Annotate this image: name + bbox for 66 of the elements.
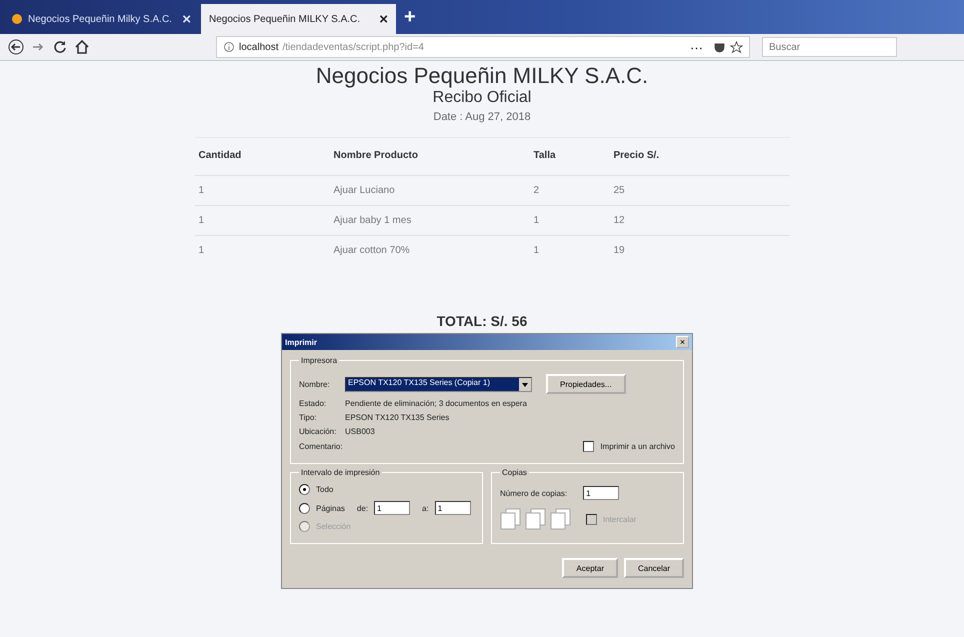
table-cell: 1 (530, 235, 610, 265)
pocket-icon[interactable] (713, 40, 726, 54)
table-cell: Ajuar baby 1 mes (330, 205, 530, 235)
home-icon[interactable] (74, 39, 90, 55)
caret-icon (519, 378, 531, 390)
radio-label: Selección (316, 522, 351, 531)
radio-label: Todo (316, 485, 334, 494)
range-group: Intervalo de impresión Todo Páginas de: 1 a: 1 Selección (290, 468, 483, 544)
table-cell: 25 (610, 175, 790, 205)
address-bar[interactable]: localhost /tiendadeventas/script.php?id=4 ··· (216, 36, 750, 58)
from-field[interactable]: 1 (374, 501, 410, 515)
total-amount: TOTAL: S/. 56 (436, 313, 528, 329)
column-header: Nombre Producto (330, 137, 530, 175)
field-label: de: (356, 504, 368, 512)
receipt-date: Date : Aug 27, 2018 (433, 111, 531, 123)
table-cell: 1 (530, 205, 610, 235)
new-tab-button[interactable]: + (398, 4, 422, 30)
table-cell: 1 (194, 205, 330, 235)
dialog-titlebar: Imprimir × (282, 334, 692, 350)
table-cell: 1 (194, 175, 330, 205)
checkbox[interactable] (583, 441, 594, 452)
dialog-button[interactable]: Aceptar (562, 558, 618, 578)
reload-icon[interactable] (52, 39, 68, 55)
table-cell: Ajuar cotton 70% (330, 235, 530, 265)
company-name: Negocios Pequeñin MILKY S.A.C. (316, 63, 648, 89)
field-label: Número de copias: (500, 488, 568, 498)
printer-group: Impresora Nombre: EPSON TX120 TX135 Series (Copiar 1) Propiedades... Estado: Pendiente de eliminación; 3 documentos en espera Tipo: EPSON TX120 TX135 Series Ubicación: USB003 Comentario: Imprimir a un archivo (290, 356, 684, 464)
radio-label: Páginas (316, 504, 345, 512)
info-icon[interactable] (223, 41, 235, 53)
star-icon[interactable] (730, 40, 743, 54)
url-path: /tiendadeventas/script.php?id=4 (282, 42, 424, 52)
url-host: localhost (239, 42, 278, 52)
copies-group: Copias Número de copias: 1 Intercalar (491, 468, 684, 544)
table-cell: 12 (610, 205, 790, 235)
column-header: Precio S/. (610, 137, 790, 175)
properties-button[interactable]: Propiedades... (546, 374, 626, 394)
printer-select[interactable]: EPSON TX120 TX135 Series (Copiar 1) (345, 376, 532, 392)
field-label: Estado: (299, 399, 328, 408)
receipt-title: Recibo Oficial (432, 89, 532, 107)
to-field[interactable]: 1 (434, 501, 471, 515)
field-label: Ubicación: (299, 427, 338, 436)
table-cell: 19 (610, 235, 790, 265)
page-actions-button[interactable]: ··· (684, 38, 709, 56)
field-label: Tipo: (299, 413, 318, 422)
column-header: Talla (530, 137, 610, 175)
column-header: Cantidad (194, 137, 330, 175)
search-field[interactable]: Buscar (762, 37, 897, 57)
checkbox-label: Imprimir a un archivo (600, 442, 675, 451)
back-icon[interactable] (8, 39, 24, 55)
favicon-icon (12, 14, 22, 24)
field-value: USB003 (345, 427, 375, 436)
checkbox-label: Intercalar (603, 514, 636, 524)
radio-button[interactable] (299, 502, 310, 514)
close-button[interactable]: × (676, 336, 689, 348)
dialog-button[interactable]: Cancelar (624, 558, 684, 578)
browser-tab[interactable]: Negocios Pequeñin MILKY S.A.C. × (201, 4, 396, 34)
field-value: EPSON TX120 TX135 Series (345, 413, 450, 422)
copies-spinner[interactable]: 1 (583, 486, 620, 500)
field-label: a: (422, 504, 429, 512)
table-cell: 1 (194, 235, 330, 265)
table-cell: 2 (530, 175, 610, 205)
browser-tab[interactable]: Negocios Pequeñin Milky S.A.C. × (4, 4, 199, 34)
table-cell: Ajuar Luciano (330, 175, 530, 205)
radio-button[interactable] (299, 484, 310, 495)
field-label: Nombre: (299, 380, 331, 388)
field-value: Pendiente de eliminación; 3 documentos en espera (345, 399, 527, 408)
